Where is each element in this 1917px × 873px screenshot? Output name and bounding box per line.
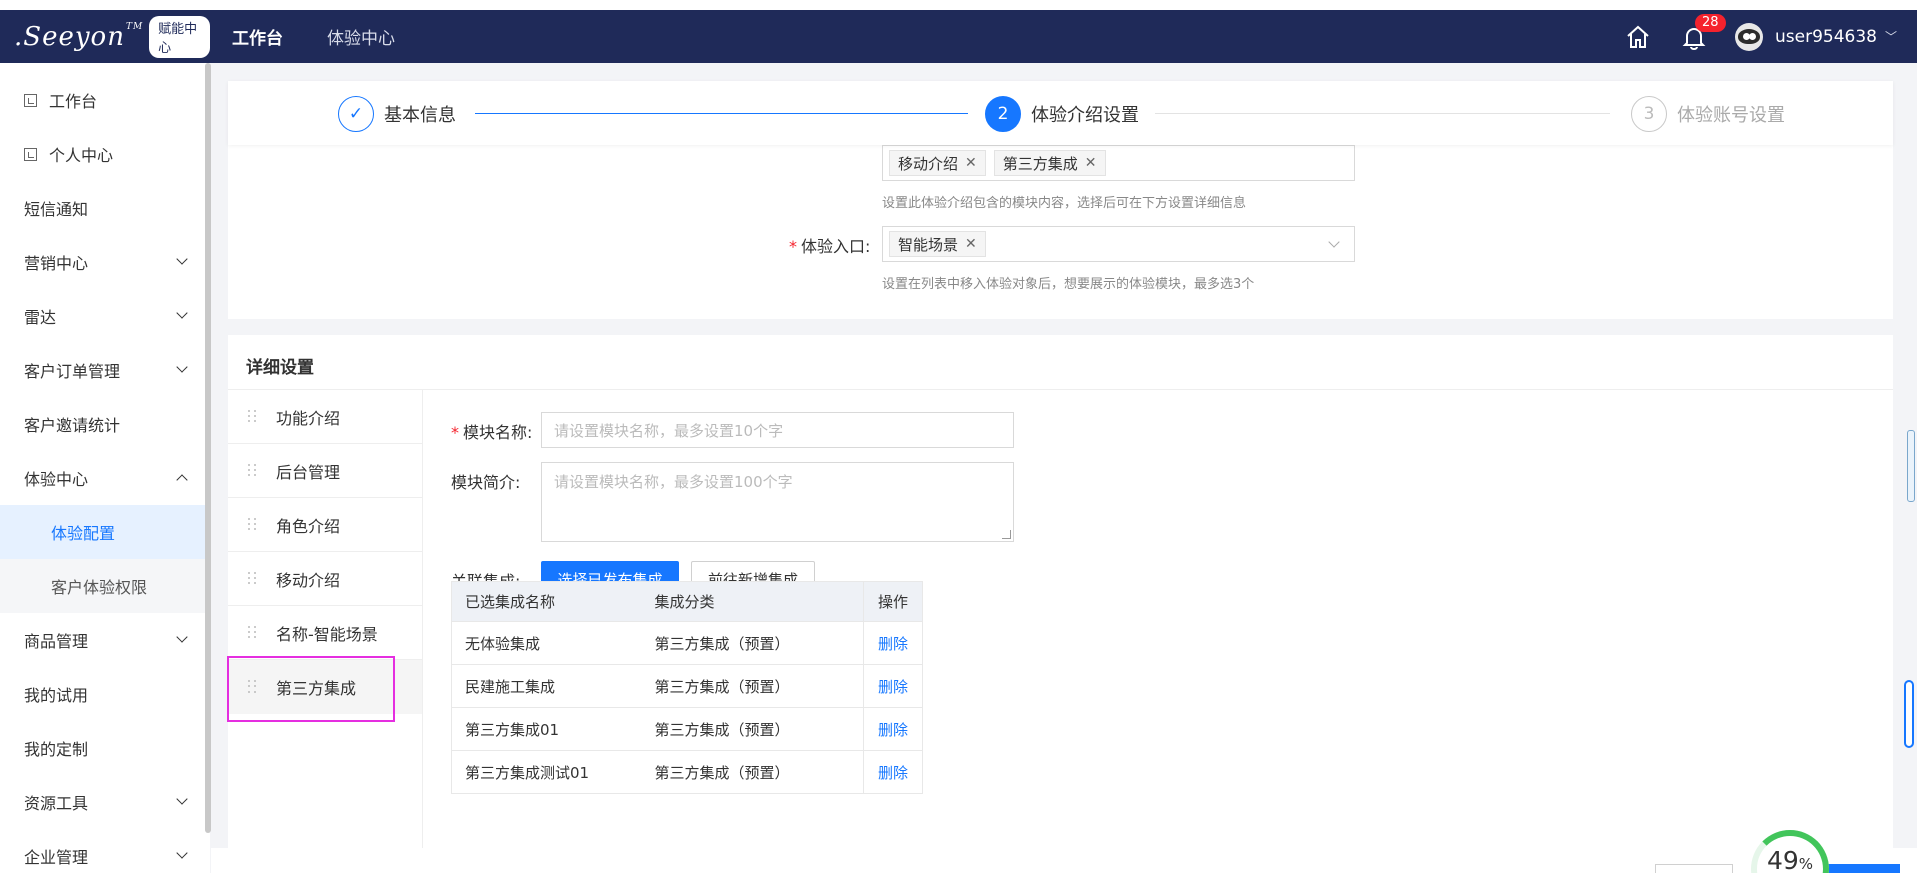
sidebar-item-invites[interactable]: 客户邀请统计 bbox=[0, 397, 210, 451]
chevron-down-icon bbox=[1328, 236, 1340, 248]
resize-handle-icon[interactable] bbox=[1002, 530, 1011, 539]
chevron-down-icon bbox=[176, 847, 188, 859]
detail-title: 详细设置 bbox=[246, 358, 314, 378]
next-button[interactable] bbox=[1826, 864, 1900, 873]
module-name-label: * 模块名称: bbox=[451, 423, 533, 442]
sidebar-subitem-experience-config[interactable]: 体验配置 bbox=[0, 505, 210, 559]
sidebar-item-products[interactable]: 商品管理 bbox=[0, 613, 210, 667]
chevron-down-icon bbox=[176, 253, 188, 265]
page-icon bbox=[24, 93, 37, 107]
sidebar-item-my-custom[interactable]: 我的定制 bbox=[0, 721, 210, 775]
topnav-experience-center[interactable]: 体验中心 bbox=[305, 24, 417, 49]
table-row: 无体验集成 第三方集成（预置） 删除 bbox=[451, 621, 923, 665]
scroll-handle[interactable] bbox=[1907, 430, 1915, 502]
progress-value: 49% bbox=[1766, 846, 1814, 873]
entry-label: * 体验入口: bbox=[789, 237, 871, 256]
sidebar-scrollbar[interactable] bbox=[205, 63, 211, 833]
step-connector-done bbox=[475, 113, 968, 114]
step-connector-pending bbox=[1155, 113, 1610, 114]
tag-mobile-intro: 移动介绍 ✕ bbox=[889, 150, 986, 176]
module-intro-label: 模块简介: bbox=[451, 473, 521, 492]
drag-handle-icon[interactable] bbox=[248, 517, 258, 532]
topnav-workbench[interactable]: 工作台 bbox=[210, 24, 305, 49]
check-icon: ✓ bbox=[338, 96, 374, 132]
notification-badge: 28 bbox=[1695, 13, 1726, 32]
table-row: 第三方集成01 第三方集成（预置） 删除 bbox=[451, 707, 923, 751]
top-right: 28 user954638 ﹀ bbox=[1625, 10, 1917, 63]
table-row: 第三方集成测试01 第三方集成（预置） 删除 bbox=[451, 750, 923, 794]
module-item-feature-intro[interactable]: 功能介绍 bbox=[228, 390, 422, 444]
notification-bell[interactable]: 28 bbox=[1681, 13, 1726, 50]
username[interactable]: user954638 bbox=[1775, 27, 1877, 47]
table-row: 民建施工集成 第三方集成（预置） 删除 bbox=[451, 664, 923, 708]
step-account-settings[interactable]: 3 体验账号设置 bbox=[1631, 96, 1785, 132]
module-item-mobile-intro[interactable]: 移动介绍 bbox=[228, 552, 422, 606]
modules-hint: 设置此体验介绍包含的模块内容，选择后可在下方设置详细信息 bbox=[882, 196, 1247, 211]
delete-link[interactable]: 删除 bbox=[863, 707, 923, 751]
cancel-button[interactable] bbox=[1655, 864, 1733, 873]
sidebar-item-personal-center[interactable]: 个人中心 bbox=[0, 127, 210, 181]
tag-smart-scene: 智能场景 ✕ bbox=[889, 231, 986, 257]
top-bar: .SeeyonTM 赋能中心 工作台 体验中心 28 user954638 ﹀ bbox=[0, 10, 1917, 63]
step-basic-info[interactable]: ✓ 基本信息 bbox=[338, 96, 456, 132]
top-nav: 工作台 体验中心 bbox=[210, 10, 417, 63]
module-list: 功能介绍 后台管理 角色介绍 移动介绍 名称-智能场景 第三方集成 bbox=[228, 390, 423, 873]
detail-settings: 详细设置 功能介绍 后台管理 角色介绍 移动介绍 名称-智能场景 第三方集成 *… bbox=[228, 335, 1893, 873]
tag-third-party: 第三方集成 ✕ bbox=[993, 150, 1106, 176]
selection-highlight bbox=[227, 656, 395, 722]
sidebar-item-marketing[interactable]: 营销中心 bbox=[0, 235, 210, 289]
modules-select[interactable]: 移动介绍 ✕ 第三方集成 ✕ bbox=[882, 145, 1355, 181]
sidebar-item-workbench[interactable]: 工作台 bbox=[0, 73, 210, 127]
sidebar-item-radar[interactable]: 雷达 bbox=[0, 289, 210, 343]
top-strip bbox=[0, 0, 1917, 10]
module-item-smart-scene[interactable]: 名称-智能场景 bbox=[228, 606, 422, 660]
entry-select[interactable]: 智能场景 ✕ bbox=[882, 226, 1355, 262]
table-header: 已选集成名称 集成分类 操作 bbox=[451, 581, 923, 622]
sidebar: 工作台 个人中心 短信通知 营销中心 雷达 客户订单管理 客户邀请统计 体验中心… bbox=[0, 63, 210, 873]
delete-link[interactable]: 删除 bbox=[863, 750, 923, 794]
chevron-down-icon bbox=[176, 793, 188, 805]
chevron-down-icon bbox=[176, 361, 188, 373]
drag-handle-icon[interactable] bbox=[248, 571, 258, 586]
chevron-up-icon bbox=[176, 474, 188, 486]
sidebar-item-enterprise[interactable]: 企业管理 bbox=[0, 829, 210, 873]
avatar[interactable] bbox=[1735, 22, 1763, 51]
scroll-handle-active[interactable] bbox=[1904, 680, 1914, 748]
module-item-role-intro[interactable]: 角色介绍 bbox=[228, 498, 422, 552]
delete-link[interactable]: 删除 bbox=[863, 664, 923, 708]
delete-link[interactable]: 删除 bbox=[863, 621, 923, 665]
integration-table: 已选集成名称 集成分类 操作 无体验集成 第三方集成（预置） 删除 民建施工集成… bbox=[451, 581, 923, 794]
sidebar-item-sms[interactable]: 短信通知 bbox=[0, 181, 210, 235]
step-intro-settings[interactable]: 2 体验介绍设置 bbox=[985, 96, 1139, 132]
drag-handle-icon[interactable] bbox=[248, 463, 258, 478]
chevron-down-icon[interactable]: ﹀ bbox=[1885, 28, 1897, 45]
intro-form: 移动介绍 ✕ 第三方集成 ✕ 设置此体验介绍包含的模块内容，选择后可在下方设置详细信… bbox=[228, 145, 1893, 319]
sidebar-item-experience-center[interactable]: 体验中心 bbox=[0, 451, 210, 505]
logo-text: .SeeyonTM bbox=[14, 21, 144, 52]
close-icon[interactable]: ✕ bbox=[965, 155, 977, 171]
home-icon[interactable] bbox=[1625, 24, 1651, 50]
module-name-input[interactable]: 请设置模块名称，最多设置10个字 bbox=[541, 412, 1014, 448]
page-icon bbox=[24, 147, 37, 161]
drag-handle-icon[interactable] bbox=[248, 409, 258, 424]
sidebar-subitem-customer-permissions[interactable]: 客户体验权限 bbox=[0, 559, 210, 613]
logo[interactable]: .SeeyonTM 赋能中心 bbox=[0, 10, 210, 63]
entry-hint: 设置在列表中移入体验对象后，想要展示的体验模块，最多选3个 bbox=[882, 277, 1255, 292]
module-item-backend[interactable]: 后台管理 bbox=[228, 444, 422, 498]
sidebar-item-resources[interactable]: 资源工具 bbox=[0, 775, 210, 829]
close-icon[interactable]: ✕ bbox=[1085, 155, 1097, 171]
module-intro-textarea[interactable]: 请设置模块名称，最多设置100个字 bbox=[541, 462, 1014, 542]
sidebar-item-my-trials[interactable]: 我的试用 bbox=[0, 667, 210, 721]
steps-bar: ✓ 基本信息 2 体验介绍设置 3 体验账号设置 bbox=[228, 81, 1893, 145]
chevron-down-icon bbox=[176, 631, 188, 643]
main-content: 移动介绍 ✕ 第三方集成 ✕ 设置此体验介绍包含的模块内容，选择后可在下方设置详细信… bbox=[228, 81, 1893, 873]
logo-badge: 赋能中心 bbox=[149, 15, 210, 58]
drag-handle-icon[interactable] bbox=[248, 625, 258, 640]
chevron-down-icon bbox=[176, 307, 188, 319]
close-icon[interactable]: ✕ bbox=[965, 236, 977, 252]
sidebar-item-orders[interactable]: 客户订单管理 bbox=[0, 343, 210, 397]
